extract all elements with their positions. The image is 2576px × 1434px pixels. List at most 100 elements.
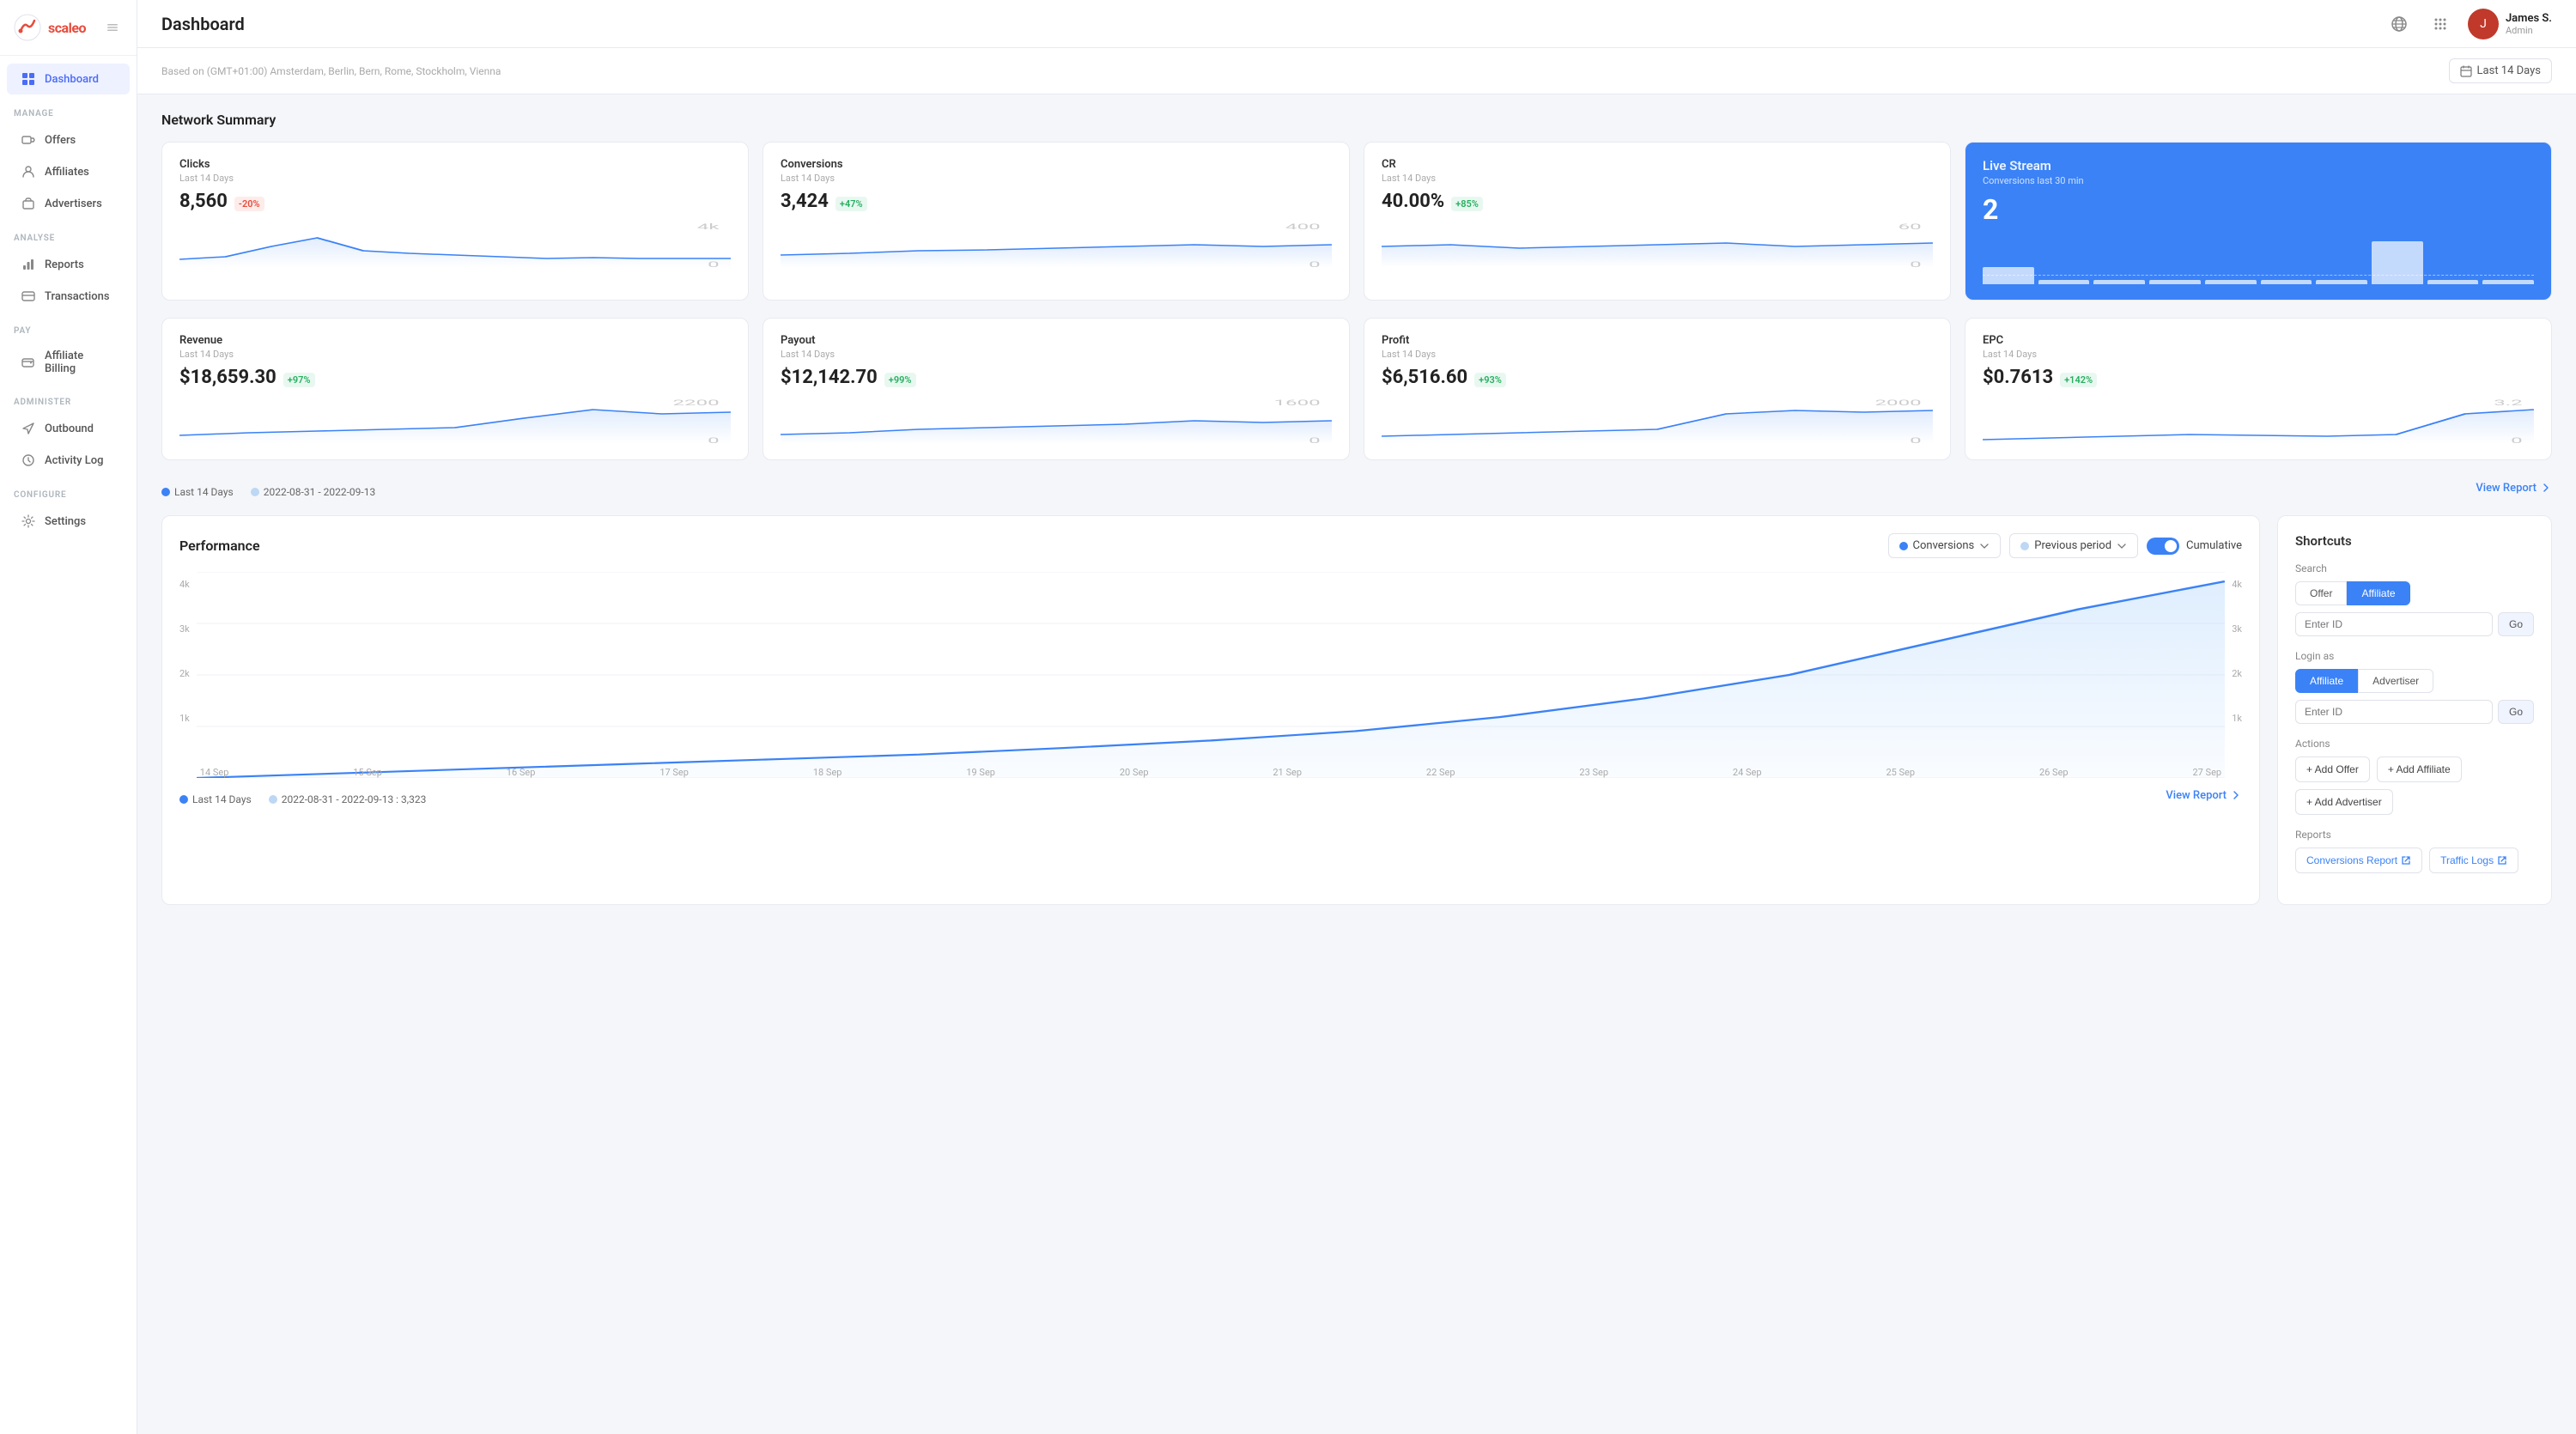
sidebar-item-offers[interactable]: Offers [7, 125, 130, 155]
shortcuts-card: Shortcuts Search Offer Affiliate Go [2277, 515, 2552, 905]
wallet-icon [21, 355, 36, 370]
sidebar-item-label: Activity Log [45, 454, 104, 467]
revenue-label: Revenue [179, 334, 731, 347]
cumulative-toggle[interactable] [2147, 538, 2179, 555]
period-dropdown-label: Previous period [2034, 539, 2111, 552]
y-label-1k-right: 1k [2232, 713, 2242, 724]
x-label-11: 24 Sep [1733, 767, 1762, 778]
content-inner: Network Summary Clicks Last 14 Days 8,56… [137, 94, 2576, 922]
user-profile[interactable]: J James S. Admin [2468, 9, 2552, 39]
legend-label-current: Last 14 Days [174, 486, 234, 498]
live-period: Conversions last 30 min [1983, 175, 2534, 186]
login-advertiser-tab[interactable]: Advertiser [2358, 669, 2433, 693]
conversions-value: 3,424 [781, 191, 829, 212]
live-label: Live Stream [1983, 158, 2534, 173]
search-go-button[interactable]: Go [2498, 612, 2534, 636]
conversions-card: Conversions Last 14 Days 3,424 +47% 400 [762, 142, 1350, 301]
add-advertiser-button[interactable]: + Add Advertiser [2295, 789, 2393, 815]
sidebar-item-affiliate-billing[interactable]: Affiliate Billing [7, 342, 130, 383]
sidebar-item-reports[interactable]: Reports [7, 249, 130, 280]
traffic-logs-button[interactable]: Traffic Logs [2429, 848, 2518, 873]
gear-icon [21, 513, 36, 529]
date-range-button[interactable]: Last 14 Days [2449, 58, 2552, 83]
performance-chart: 14 Sep 15 Sep 16 Sep 17 Sep 18 Sep 19 Se… [197, 572, 2225, 778]
sidebar-item-advertisers[interactable]: Advertisers [7, 188, 130, 219]
y-label-2k-left: 2k [179, 668, 190, 679]
clock-icon [21, 453, 36, 468]
perf-dot-current [179, 795, 188, 804]
y-label-1k-left: 1k [179, 713, 190, 724]
svg-text:4k: 4k [697, 222, 720, 231]
credit-card-icon [21, 289, 36, 304]
revenue-value: $18,659.30 [179, 367, 276, 388]
x-label-13: 26 Sep [2039, 767, 2069, 778]
epc-card: EPC Last 14 Days $0.7613 +142% 3.2 [1965, 318, 2552, 460]
network-view-report-link[interactable]: View Report [2476, 482, 2552, 495]
stats-row-1: Clicks Last 14 Days 8,560 -20% 4k [161, 142, 2552, 301]
live-bar-5 [2205, 280, 2257, 284]
login-input[interactable] [2295, 700, 2493, 724]
grid-apps-icon[interactable] [2427, 10, 2454, 38]
search-section: Search Offer Affiliate Go [2295, 562, 2534, 636]
live-value: 2 [1983, 193, 2534, 226]
sidebar-item-outbound[interactable]: Outbound [7, 413, 130, 444]
add-offer-button[interactable]: + Add Offer [2295, 756, 2370, 782]
conversions-dropdown-label: Conversions [1913, 539, 1975, 552]
legend-item-current: Last 14 Days [161, 486, 234, 498]
perf-dot-previous [269, 795, 277, 804]
calendar-icon [2460, 65, 2472, 77]
x-label-10: 23 Sep [1579, 767, 1608, 778]
view-report-text: View Report [2476, 482, 2537, 495]
svg-text:0: 0 [2511, 436, 2523, 444]
x-axis: 14 Sep 15 Sep 16 Sep 17 Sep 18 Sep 19 Se… [197, 767, 2225, 778]
external-link-icon [2401, 855, 2411, 866]
bar-chart-icon [21, 257, 36, 272]
content-area: Based on (GMT+01:00) Amsterdam, Berlin, … [137, 48, 2576, 1434]
collapse-button[interactable] [102, 17, 123, 38]
login-affiliate-tab[interactable]: Affiliate [2295, 669, 2358, 693]
svg-text:1600: 1600 [1274, 398, 1321, 407]
sidebar-item-transactions[interactable]: Transactions [7, 281, 130, 312]
traffic-logs-label: Traffic Logs [2440, 854, 2494, 866]
perf-legend-current: Last 14 Days [179, 793, 252, 805]
revenue-card: Revenue Last 14 Days $18,659.30 +97% 22 [161, 318, 749, 460]
login-go-button[interactable]: Go [2498, 700, 2534, 724]
x-label-8: 21 Sep [1273, 767, 1302, 778]
cr-card: CR Last 14 Days 40.00% +85% 60 [1364, 142, 1951, 301]
shortcuts-title: Shortcuts [2295, 533, 2534, 549]
stats-row-2: Revenue Last 14 Days $18,659.30 +97% 22 [161, 318, 2552, 460]
add-affiliate-button[interactable]: + Add Affiliate [2377, 756, 2462, 782]
sidebar-item-dashboard[interactable]: Dashboard [7, 64, 130, 94]
clicks-card: Clicks Last 14 Days 8,560 -20% 4k [161, 142, 749, 301]
clicks-value: 8,560 [179, 191, 228, 212]
search-offer-tab[interactable]: Offer [2295, 581, 2347, 605]
live-bar-7 [2316, 280, 2367, 284]
search-input[interactable] [2295, 612, 2493, 636]
perf-view-report-text: View Report [2166, 789, 2227, 802]
topbar-actions: J James S. Admin [2385, 9, 2552, 39]
tag-icon [21, 132, 36, 148]
profit-card: Profit Last 14 Days $6,516.60 +93% 2000 [1364, 318, 1951, 460]
y-axis-right: 4k 3k 2k 1k [2225, 572, 2242, 778]
globe-icon[interactable] [2385, 10, 2413, 38]
sidebar-item-affiliates[interactable]: Affiliates [7, 156, 130, 187]
perf-view-report-link[interactable]: View Report [2166, 789, 2242, 802]
conversions-dropdown[interactable]: Conversions [1888, 533, 2002, 558]
period-dot [2020, 542, 2029, 550]
sidebar-item-activity-log[interactable]: Activity Log [7, 445, 130, 476]
sub-header: Based on (GMT+01:00) Amsterdam, Berlin, … [137, 48, 2576, 94]
sidebar-item-label: Dashboard [45, 73, 99, 86]
search-affiliate-tab[interactable]: Affiliate [2347, 581, 2409, 605]
period-dropdown[interactable]: Previous period [2009, 533, 2138, 558]
cr-label: CR [1382, 158, 1933, 171]
payout-card: Payout Last 14 Days $12,142.70 +99% 160 [762, 318, 1350, 460]
external-link-icon-2 [2497, 855, 2507, 866]
x-label-5: 18 Sep [813, 767, 842, 778]
conversions-report-button[interactable]: Conversions Report [2295, 848, 2422, 873]
sidebar-item-settings[interactable]: Settings [7, 506, 130, 537]
date-range-label: Last 14 Days [2477, 64, 2541, 77]
actions-section: Actions + Add Offer + Add Affiliate + Ad… [2295, 738, 2534, 815]
action-buttons: + Add Offer + Add Affiliate + Add Advert… [2295, 756, 2534, 815]
profit-value: $6,516.60 [1382, 367, 1467, 388]
svg-text:0: 0 [708, 260, 720, 268]
